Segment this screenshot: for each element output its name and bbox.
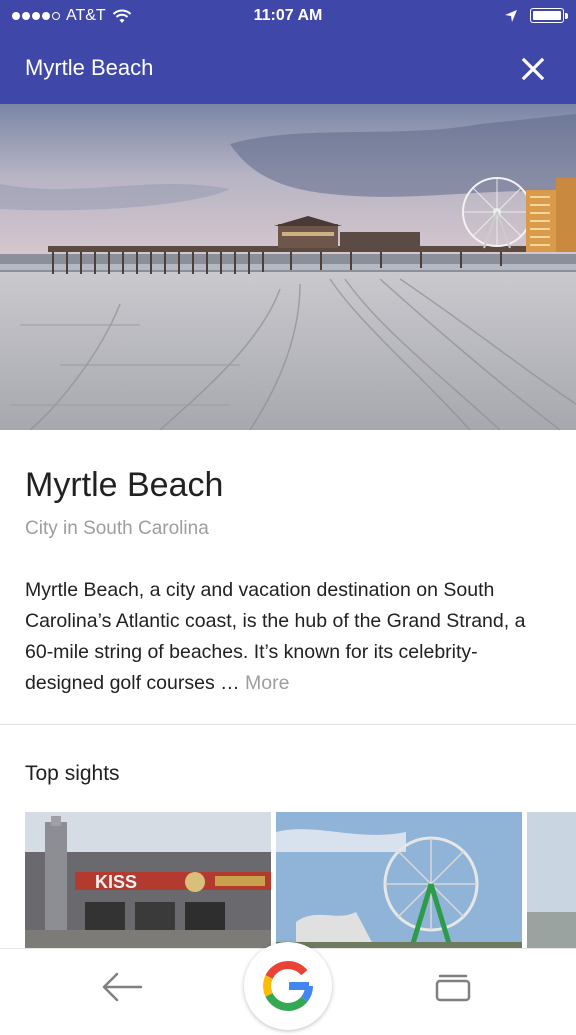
status-bar: AT&T 11:07 AM [0, 0, 576, 34]
app-bar-title: Myrtle Beach [25, 55, 154, 80]
sight-card[interactable]: KISS [25, 812, 271, 950]
place-type: City in South Carolina [25, 518, 209, 539]
sight-photo [276, 812, 522, 950]
google-g-icon [263, 961, 314, 1011]
tabs-icon [435, 974, 471, 1002]
arrow-back-icon [102, 972, 143, 1002]
place-description: Myrtle Beach, a city and vacation destin… [25, 575, 550, 699]
sight-photo [527, 812, 576, 950]
bottom-bar [0, 942, 576, 1030]
status-time: 11:07 AM [253, 7, 323, 24]
hero-image[interactable] [0, 104, 576, 430]
top-sights-carousel[interactable]: KISS [25, 812, 576, 950]
battery-icon [530, 8, 568, 23]
location-arrow-icon [505, 9, 517, 22]
status-right [504, 8, 568, 23]
close-button[interactable] [518, 54, 548, 84]
tabs-button[interactable] [434, 973, 472, 1003]
section-divider [0, 724, 576, 725]
kiss-sign: KISS [95, 872, 137, 892]
more-link[interactable]: More [245, 672, 289, 694]
top-sights-heading: Top sights [25, 762, 120, 785]
beach-pier-photo [0, 104, 576, 430]
back-button[interactable] [101, 971, 143, 1003]
close-icon [521, 57, 545, 81]
place-title: Myrtle Beach [25, 466, 224, 504]
sight-card[interactable] [276, 812, 522, 950]
sight-photo: KISS [25, 812, 271, 950]
sight-card[interactable] [527, 812, 576, 950]
google-button[interactable] [244, 942, 332, 1030]
app-bar: Myrtle Beach [0, 34, 576, 104]
